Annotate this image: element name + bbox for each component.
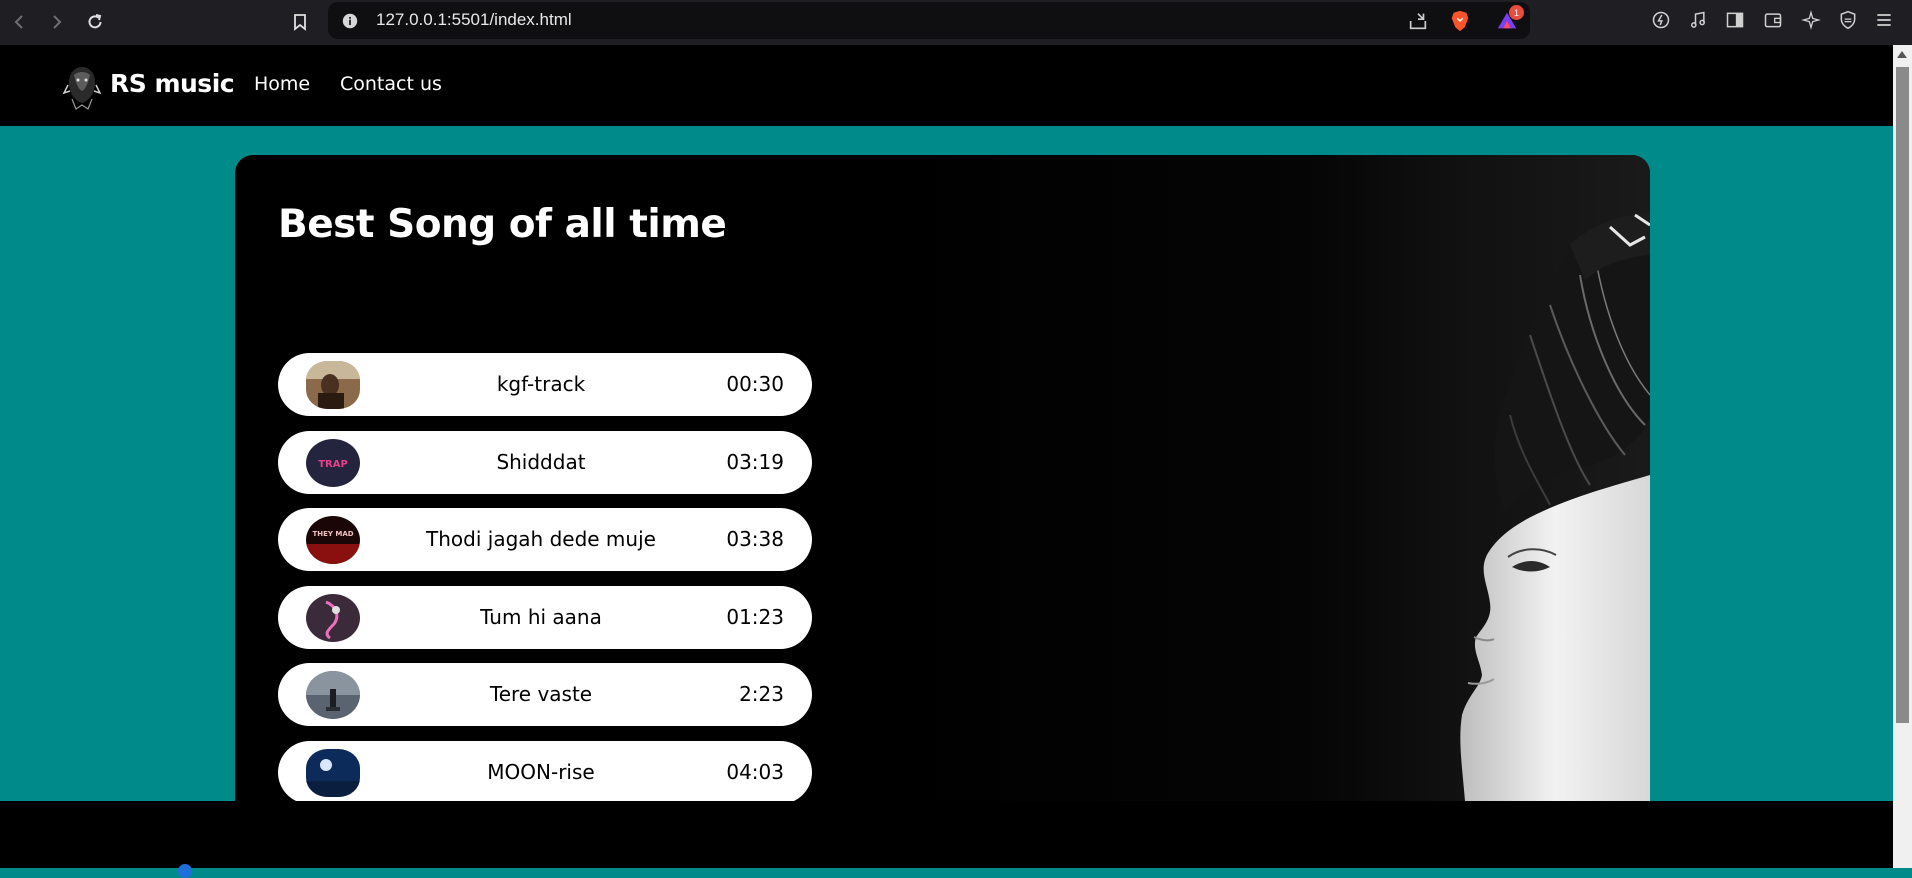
wallet-icon[interactable] <box>1761 8 1785 32</box>
song-title: Tere vaste <box>489 682 593 706</box>
song-cover: THEY MAD <box>306 516 360 564</box>
progress-handle[interactable] <box>178 864 192 878</box>
song-cover: TRAP <box>306 439 360 487</box>
nav-home-link[interactable]: Home <box>254 73 310 95</box>
svg-text:THEY MAD: THEY MAD <box>312 530 353 538</box>
song-item[interactable]: MOON-rise 04:03 <box>278 741 812 801</box>
song-cover <box>306 671 360 719</box>
page-scrollbar[interactable] <box>1893 45 1912 868</box>
sidebar-icon[interactable] <box>1723 8 1747 32</box>
address-bar[interactable]: 127.0.0.1:5501/index.html 1 <box>328 2 1530 39</box>
bottom-player-bar <box>0 801 1893 878</box>
scroll-up-arrow-icon[interactable] <box>1897 51 1907 58</box>
menu-icon[interactable] <box>1872 8 1896 32</box>
nav-contact-link[interactable]: Contact us <box>340 73 442 95</box>
rewards-badge: 1 <box>1509 5 1524 20</box>
song-duration: 2:23 <box>739 682 784 706</box>
vpn-shield-icon[interactable] <box>1836 8 1860 32</box>
song-title: Tum hi aana <box>480 605 602 629</box>
song-duration: 00:30 <box>726 372 784 396</box>
song-item[interactable]: kgf-track 00:30 <box>278 353 812 416</box>
leo-icon[interactable] <box>1649 8 1673 32</box>
songs-card: Best Song of all time kgf-track 00:30 TR… <box>235 155 1650 801</box>
brave-rewards-icon[interactable]: 1 <box>1495 5 1524 33</box>
url-text: 127.0.0.1:5501/index.html <box>376 10 572 29</box>
song-cover <box>306 361 360 409</box>
page-title: Best Song of all time <box>278 202 727 247</box>
brave-shield-icon[interactable] <box>1448 9 1472 33</box>
song-cover <box>306 749 360 797</box>
song-title: Shidddat <box>496 450 586 474</box>
music-note-icon[interactable] <box>1686 8 1710 32</box>
scroll-thumb[interactable] <box>1896 67 1909 723</box>
song-item[interactable]: Tum hi aana 01:23 <box>278 586 812 649</box>
song-item[interactable]: THEY MAD Thodi jagah dede muje 03:38 <box>278 508 812 571</box>
song-cover <box>306 594 360 642</box>
brand-name[interactable]: RS music <box>110 69 235 98</box>
hero-photo <box>890 155 1650 801</box>
song-duration: 03:38 <box>726 527 784 551</box>
song-title: Thodi jagah dede muje <box>426 527 656 551</box>
song-title: MOON-rise <box>487 760 595 784</box>
forward-icon[interactable] <box>40 6 72 38</box>
song-duration: 04:03 <box>726 760 784 784</box>
share-icon[interactable] <box>1406 9 1430 33</box>
logo-icon[interactable] <box>62 63 102 111</box>
song-item[interactable]: TRAP Shidddat 03:19 <box>278 431 812 494</box>
ai-sparkle-icon[interactable] <box>1799 8 1823 32</box>
site-navbar: RS music Home Contact us <box>0 45 1893 126</box>
song-duration: 01:23 <box>726 605 784 629</box>
bookmark-icon[interactable] <box>284 6 316 38</box>
svg-text:TRAP: TRAP <box>318 459 348 470</box>
back-icon[interactable] <box>4 6 36 38</box>
song-duration: 03:19 <box>726 450 784 474</box>
browser-toolbar: 127.0.0.1:5501/index.html 1 <box>0 0 1912 45</box>
site-info-icon[interactable] <box>340 11 360 31</box>
song-title: kgf-track <box>496 372 586 396</box>
song-item[interactable]: Tere vaste 2:23 <box>278 663 812 726</box>
reload-icon[interactable] <box>79 6 111 38</box>
